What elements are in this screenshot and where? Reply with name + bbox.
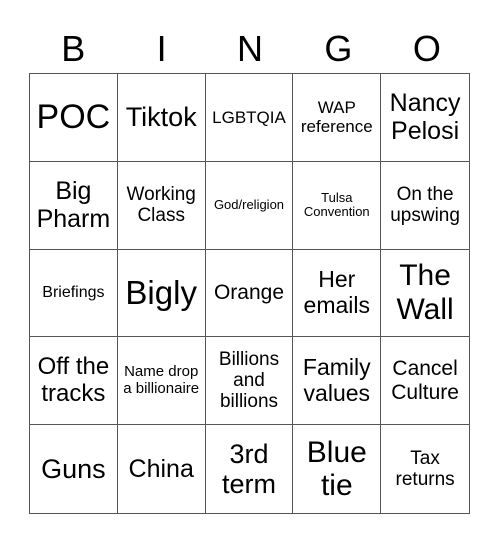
bingo-cell[interactable]: Cancel Culture [381,337,469,426]
bingo-cell-label: 3rd term [221,438,276,500]
bingo-cell[interactable]: The Wall [381,250,469,338]
bingo-cell-label: Family values [302,354,371,406]
bingo-cell[interactable]: God/religion [205,161,294,250]
header-letter-i: I [156,28,167,69]
bingo-header: B I N G O [29,26,471,72]
bingo-cell-label: Working Class [126,183,196,227]
bingo-cell-label: Briefings [42,284,105,302]
bingo-cell-label: Nancy Pelosi [389,89,461,146]
bingo-cell-label: Big Pharm [36,177,111,234]
bingo-cell[interactable]: Nancy Pelosi [381,74,469,162]
bingo-cell[interactable]: Name drop a billionaire [117,337,206,426]
bingo-cell-label: Tulsa Convention [303,189,370,220]
bingo-cell-label: Tiktok [125,102,197,133]
bingo-cell[interactable]: Tiktok [117,74,206,162]
bingo-cell-label: God/religion [213,196,285,212]
bingo-cell-label: Billions and billions [218,348,280,413]
header-letter-n: N [237,28,264,69]
header-letter-g: G [324,28,353,69]
bingo-cell-label: Guns [41,453,106,484]
bingo-cell[interactable]: Her emails [293,249,382,338]
bingo-cell-label: Name drop a billionaire [123,362,200,397]
bingo-cell-label: Off the tracks [37,352,110,407]
bingo-cell[interactable]: Orange [205,249,294,338]
bingo-cell-label: Tax returns [395,447,455,491]
bingo-cell[interactable]: Working Class [117,161,206,250]
bingo-cell[interactable]: Family values [293,337,382,426]
header-letter-o: O [412,28,441,69]
header-letter-b: B [61,28,86,69]
bingo-cell[interactable]: Guns [30,425,118,513]
bingo-cell[interactable]: Off the tracks [30,337,118,426]
bingo-cell[interactable]: LGBTQIA [205,74,294,162]
bingo-cell-label: Blue tie [306,435,367,503]
bingo-cell-label: On the upswing [390,183,460,227]
bingo-cell[interactable]: Tulsa Convention [293,161,382,250]
bingo-cell[interactable]: Big Pharm [30,161,118,250]
bingo-cell[interactable]: Blue tie [293,425,382,513]
bingo-cell-label: Cancel Culture [391,357,459,404]
bingo-cell-label: LGBTQIA [212,107,286,127]
bingo-cell[interactable]: China [118,425,206,513]
bingo-cell-label: WAP reference [300,98,373,137]
bingo-cell-label: China [128,455,194,484]
bingo-cell[interactable]: POC [30,74,118,162]
bingo-cell[interactable]: 3rd term [206,425,294,513]
bingo-cell[interactable]: Bigly [117,249,206,338]
bingo-cell[interactable]: On the upswing [381,162,469,250]
bingo-cell-label: Her emails [303,266,371,318]
bingo-grid: POC Tiktok LGBTQIA WAP reference Nancy Pelos… [29,73,470,514]
bingo-cell[interactable]: Briefings [30,249,118,338]
bingo-cell-label: POC [36,98,111,137]
bingo-cell-label: Orange [213,281,285,305]
bingo-cell-label: Bigly [125,273,197,311]
bingo-cell[interactable]: Tax returns [381,425,469,513]
bingo-cell[interactable]: WAP reference [293,74,382,162]
bingo-cell[interactable]: Billions and billions [205,337,294,426]
bingo-cell-label: The Wall [396,259,454,326]
